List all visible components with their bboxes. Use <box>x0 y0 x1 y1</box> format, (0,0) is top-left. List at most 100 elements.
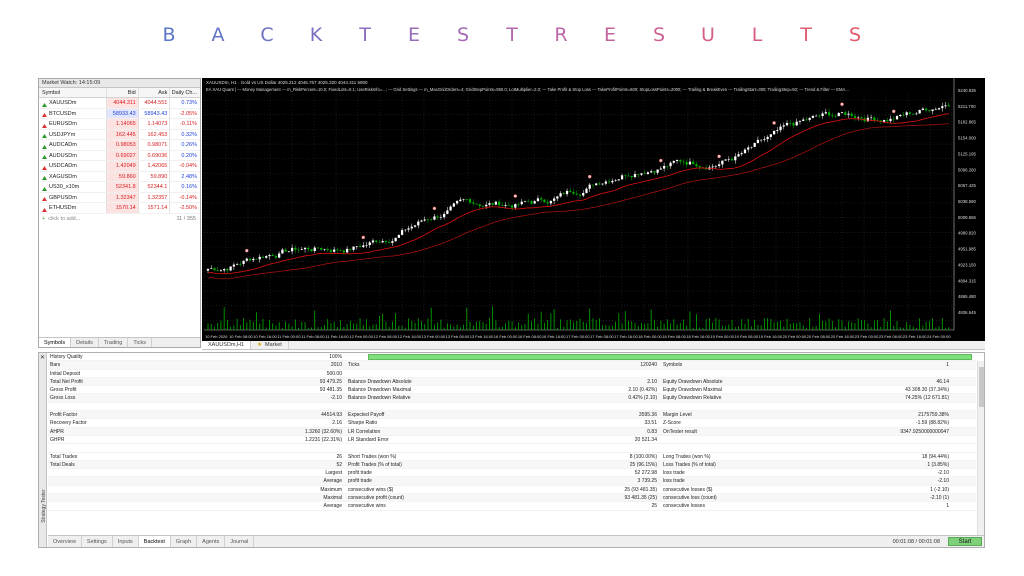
volume-bar <box>893 326 895 330</box>
volume-bar <box>265 327 267 330</box>
candle-body <box>598 183 601 185</box>
metric-value: 2175759.38% <box>918 412 949 419</box>
close-icon[interactable]: ✕ <box>40 354 45 361</box>
candle-body <box>462 199 465 200</box>
col-symbol[interactable]: Symbol <box>39 88 106 97</box>
candle-body <box>672 161 675 163</box>
bid-cell: 59.860 <box>106 171 138 181</box>
volume-bar <box>883 318 885 330</box>
history-quality-value: 100% <box>329 354 342 360</box>
volume-bar <box>476 321 477 330</box>
metric-label: LR Correlation <box>348 428 381 435</box>
metric-label: Equity Drawdown Relative <box>663 395 722 402</box>
candle-body <box>213 268 216 271</box>
metric-label <box>346 403 511 410</box>
candle-body <box>536 198 540 202</box>
time-tick-label: 23 Feb 16:00 <box>903 334 927 339</box>
tab-market[interactable]: ★ Market <box>251 341 289 349</box>
candle-body <box>895 116 899 120</box>
col-bid[interactable]: Bid <box>106 88 138 97</box>
candle-body <box>827 112 831 116</box>
market-watch-row[interactable]: BTCUSDm 58933.43 58943.43 -2.05% <box>39 108 200 119</box>
volume-bar <box>844 326 846 330</box>
volume-bar <box>398 325 400 330</box>
volume-bar <box>738 326 739 330</box>
candle-body <box>268 255 271 257</box>
volume-bar <box>579 318 581 330</box>
tab-ticks[interactable]: Ticks <box>128 338 152 347</box>
volume-bar <box>854 323 856 330</box>
volume-bar <box>404 327 406 330</box>
candle-body <box>481 205 485 207</box>
market-watch-row[interactable]: AUDUSDm 0.69027 0.69036 0.20% <box>39 150 200 161</box>
volume-bar <box>388 326 390 330</box>
market-watch-row[interactable]: USDCADm 1.42049 1.42065 -0.04% <box>39 161 200 172</box>
banner-letter: U <box>701 24 715 46</box>
scrollbar-thumb[interactable] <box>979 367 984 407</box>
candle-body <box>792 123 795 126</box>
candle-body <box>426 219 430 221</box>
metric-value: 2010 <box>330 362 342 369</box>
bid-cell: 4044.311 <box>106 98 138 108</box>
change-cell: -0.04% <box>169 161 200 171</box>
start-button[interactable]: Start <box>948 537 982 546</box>
time-tick-label: 10 Feb 16:00 <box>253 334 277 339</box>
metric-label <box>48 469 198 476</box>
tab-settings[interactable]: Settings <box>82 536 113 547</box>
time-tick-label: 23 Feb 00:00 <box>855 334 879 339</box>
price-tick-label: 4836.645 <box>958 310 977 315</box>
price-chart[interactable]: 5240.835 5211.700 5182.865 5154.000 5125.195… <box>202 78 985 341</box>
metric-label <box>661 370 821 377</box>
symbol-cell: USDCADm <box>39 161 106 171</box>
tab-agents[interactable]: Agents <box>197 536 226 547</box>
volume-bar <box>890 310 891 330</box>
symbol-name: GBPUSDm <box>49 194 77 201</box>
candle-body <box>307 247 310 250</box>
tab-journal[interactable]: Journal <box>225 536 255 547</box>
market-watch-row[interactable]: ETHUSDm 1570.14 1571.14 -2.50% <box>39 203 200 214</box>
tab-inputs[interactable]: Inputs <box>113 536 139 547</box>
symbol-cell: AUDUSDm <box>39 151 106 161</box>
market-watch-tabs: Symbols Details Trading Ticks <box>39 337 200 347</box>
tab-backtest[interactable]: Backtest <box>138 536 171 547</box>
metric-label: Gross Loss <box>50 395 76 402</box>
volume-bar <box>654 319 655 330</box>
col-daily-change[interactable]: Daily Ch... <box>169 88 200 97</box>
market-watch-add-row[interactable]: + click to add... 11 / 355 <box>39 214 200 224</box>
volume-bar <box>628 320 629 330</box>
volume-bar <box>527 313 529 330</box>
market-watch-row[interactable]: XAUUSDm 4044.311 4044.551 0.73% <box>39 98 200 109</box>
price-tick-label: 5096.260 <box>958 167 977 172</box>
metric-value: 33.51 <box>644 420 657 427</box>
candle-body <box>375 240 378 242</box>
candle-body <box>905 112 908 116</box>
volume-bar <box>330 323 332 330</box>
volume-bar <box>327 319 329 330</box>
volume-bar <box>838 319 840 330</box>
market-watch-row[interactable]: EURUSDm 1.14065 1.14073 -0.11% <box>39 119 200 130</box>
market-watch-row[interactable]: USDJPYm 162.445 162.453 0.32% <box>39 129 200 140</box>
volume-bar <box>505 323 506 330</box>
volume-bar <box>556 327 558 330</box>
market-watch-row[interactable]: AUDCADm 0.98053 0.98071 0.26% <box>39 140 200 151</box>
trade-marker <box>840 102 844 106</box>
tab-details[interactable]: Details <box>71 338 99 347</box>
market-watch-row[interactable]: XAGUSDm 59.860 59.890 2.48% <box>39 171 200 182</box>
strategy-tester-panel: ✕ Strategy Tester History Quality 100% B… <box>38 352 985 548</box>
results-scrollbar[interactable] <box>977 361 984 535</box>
chart-canvas: 5240.8355211.7005182.8655154.0005125.195… <box>203 78 977 339</box>
volume-bar <box>744 323 746 330</box>
tab-chart-xauusd[interactable]: XAUUSDm,H1 <box>202 341 252 349</box>
results-row: Total Trades 26 Short Trades (won %) 8 (100… <box>48 453 976 461</box>
volume-bar <box>696 314 697 330</box>
candle-body <box>400 230 404 235</box>
tab-overview[interactable]: Overview <box>48 536 82 547</box>
volume-bar <box>259 323 261 330</box>
candle-body <box>210 268 213 269</box>
market-watch-row[interactable]: US30_x10m 52341.8 52344.1 0.16% <box>39 182 200 193</box>
tab-symbols[interactable]: Symbols <box>39 338 72 347</box>
market-watch-row[interactable]: GBPUSDm 1.32347 1.32357 -0.14% <box>39 192 200 203</box>
tab-trading[interactable]: Trading <box>99 338 129 347</box>
tab-graph[interactable]: Graph <box>171 536 198 547</box>
col-ask[interactable]: Ask <box>137 88 170 97</box>
